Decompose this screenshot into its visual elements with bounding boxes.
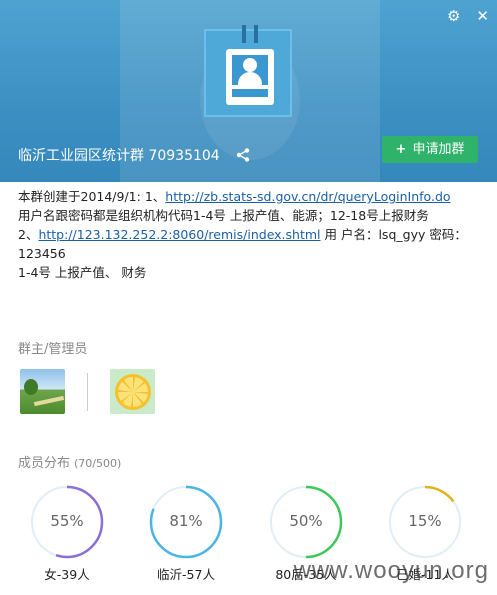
stat-percent: 55% (50, 512, 84, 530)
stat-percent: 15% (408, 512, 442, 530)
share-icon[interactable] (236, 148, 250, 166)
admins-title: 群主/管理员 (18, 342, 88, 357)
owner-avatar[interactable] (20, 369, 65, 414)
settings-icon[interactable]: ⚙ (447, 6, 460, 26)
join-group-button[interactable]: + 申请加群 (382, 136, 478, 163)
admin-list (20, 369, 155, 414)
desc-text: 2、 (18, 227, 39, 242)
window-controls: ⚙ ✕ (447, 6, 489, 26)
plus-icon: + (395, 142, 407, 157)
desc-line-1: 本群创建于2014/9/1: 1、http://zb.stats-sd.gov.… (18, 187, 488, 206)
members-title: 成员分布 (70/500) (18, 452, 121, 471)
stat-gender[interactable]: 55% 女-39人 (27, 484, 107, 583)
desc-line-5: 1-4号 上报产值、 财务 (18, 265, 147, 280)
watermark: www.wooyun.org (293, 557, 489, 584)
join-button-label: 申请加群 (412, 142, 465, 157)
group-banner: ⚙ ✕ 临沂工业园区统计群 70935104 + 申请加群 (0, 0, 497, 182)
desc-text: 本群创建于2014/9/1: 1、 (18, 189, 166, 204)
stat-location[interactable]: 81% 临沂-57人 (146, 484, 226, 583)
lemon-slice (118, 377, 148, 407)
stat-percent: 50% (289, 512, 323, 530)
divider (87, 372, 88, 411)
badge-strap (242, 25, 258, 43)
desc-text: 用 户名：lsq_gyy 密码： (320, 227, 467, 242)
group-description: 本群创建于2014/9/1: 1、http://zb.stats-sd.gov.… (18, 187, 488, 282)
stat-label: 临沂-57人 (157, 567, 215, 582)
group-avatar (204, 25, 292, 117)
desc-line-2: 用户名跟密码都是组织机构代码1-4号 上报产值、能源；12-18号上报财务 (18, 208, 429, 223)
remis-link[interactable]: http://123.132.252.2:8060/remis/index.sh… (38, 227, 320, 242)
member-count: (70/500) (74, 457, 122, 470)
stat-percent: 81% (169, 512, 203, 530)
login-link[interactable]: http://zb.stats-sd.gov.cn/dr/queryLoginI… (165, 189, 450, 204)
stat-label: 女-39人 (44, 567, 90, 582)
members-title-text: 成员分布 (18, 456, 71, 471)
badge-stripe (232, 89, 268, 97)
badge-head (243, 58, 257, 72)
group-name: 临沂工业园区统计群 70935104 (18, 148, 220, 164)
path-shape (33, 395, 65, 407)
desc-line-3: 2、http://123.132.252.2:8060/remis/index.… (18, 225, 488, 244)
desc-line-4: 123456 (18, 246, 66, 261)
close-icon[interactable]: ✕ (476, 6, 489, 26)
admin-avatar[interactable] (110, 369, 155, 414)
tree-shape (24, 379, 38, 395)
